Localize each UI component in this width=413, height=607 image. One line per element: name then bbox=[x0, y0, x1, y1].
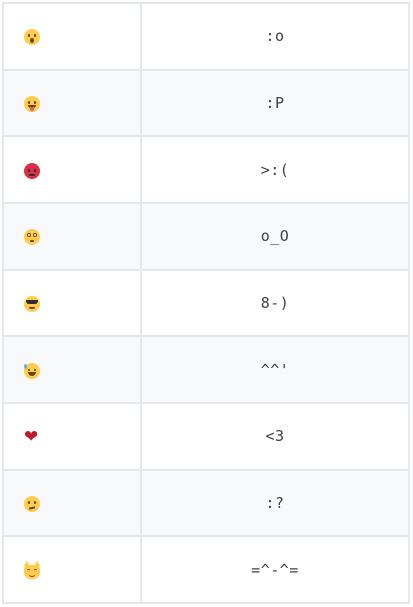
red-heart-icon: ❤ bbox=[24, 426, 39, 447]
table-row: :o bbox=[2, 2, 410, 71]
astonished-face-icon bbox=[24, 29, 40, 46]
emoji-cell bbox=[2, 335, 142, 404]
emoji-cell bbox=[2, 201, 142, 271]
table-row: :P bbox=[2, 68, 410, 138]
emoji-cell bbox=[2, 135, 142, 204]
emoji-shortcut-table: :o :P >:(o_O 8-) ^^' ❤ <3:? =^-^= bbox=[2, 2, 410, 604]
emoji-cell bbox=[2, 535, 142, 604]
emoticon-code: 8-) bbox=[140, 268, 410, 338]
emoticon-code: :o bbox=[140, 2, 410, 71]
table-row: ^^' bbox=[2, 335, 410, 404]
emoticon-code: =^-^= bbox=[140, 535, 410, 604]
tongue-out-face-icon bbox=[24, 95, 40, 112]
emoticon-code: >:( bbox=[140, 135, 410, 204]
table-row: >:( bbox=[2, 135, 410, 204]
emoticon-code: :? bbox=[140, 468, 410, 538]
smiling-cat-face-icon bbox=[24, 560, 40, 579]
sunglasses-face-icon bbox=[24, 295, 40, 312]
emoticon-code: :P bbox=[140, 68, 410, 138]
emoji-cell bbox=[2, 468, 142, 538]
confused-face-icon bbox=[24, 495, 40, 512]
emoji-cell: ❤ bbox=[2, 401, 142, 471]
emoji-cell bbox=[2, 2, 142, 71]
emoticon-code: ^^' bbox=[140, 335, 410, 404]
angry-face-icon bbox=[24, 162, 40, 179]
sweat-smile-face-icon bbox=[24, 362, 40, 379]
table-row: :? bbox=[2, 468, 410, 538]
emoji-cell bbox=[2, 268, 142, 338]
table-row: 8-) bbox=[2, 268, 410, 338]
table-row: =^-^= bbox=[2, 535, 410, 604]
emoticon-code: o_O bbox=[140, 201, 410, 271]
table-row: o_O bbox=[2, 201, 410, 271]
emoticon-code: <3 bbox=[140, 401, 410, 471]
table-row: ❤ <3 bbox=[2, 401, 410, 471]
emoji-cell bbox=[2, 68, 142, 138]
flushed-face-icon bbox=[24, 229, 40, 246]
